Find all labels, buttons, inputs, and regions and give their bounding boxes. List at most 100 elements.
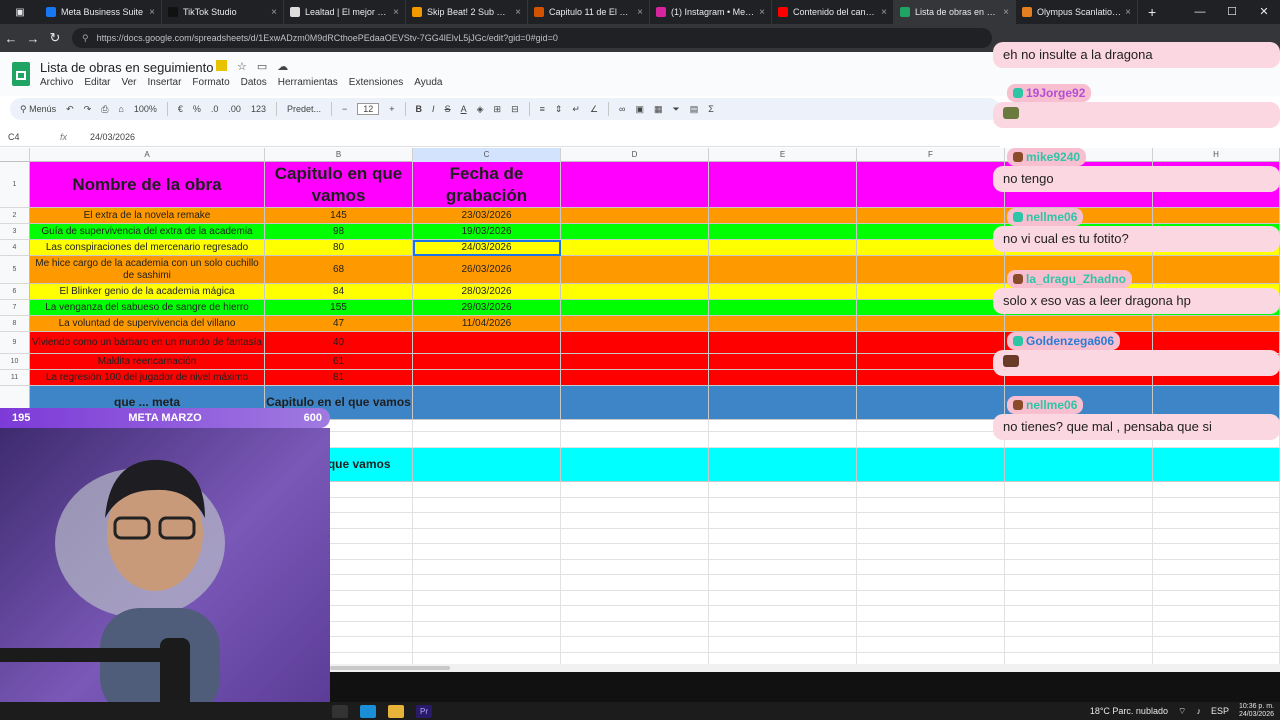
column-header[interactable]: E	[709, 148, 857, 162]
row-header[interactable]: 5	[0, 256, 30, 284]
wifi-icon[interactable]: ⌔	[1178, 706, 1186, 717]
grid-cell[interactable]	[709, 224, 857, 240]
grid-cell[interactable]	[857, 354, 1005, 370]
grid-cell[interactable]	[413, 420, 561, 432]
browser-tab[interactable]: Meta Business Suite ×	[40, 0, 162, 24]
grid-cell[interactable]	[709, 621, 857, 637]
cloud-status-icon[interactable]: ☁	[277, 60, 288, 73]
close-tab-icon[interactable]: ×	[1003, 7, 1009, 18]
grid-cell[interactable]: Las conspiraciones del mercenario regres…	[30, 240, 265, 256]
sheets-logo-icon[interactable]	[12, 62, 30, 86]
close-tab-icon[interactable]: ×	[1125, 7, 1131, 18]
grid-cell[interactable]	[857, 162, 1005, 208]
grid-cell[interactable]	[561, 448, 709, 482]
grid-cell[interactable]	[709, 432, 857, 448]
close-tab-icon[interactable]: ×	[515, 7, 521, 18]
grid-cell[interactable]	[413, 448, 561, 482]
grid-cell[interactable]	[857, 528, 1005, 544]
grid-cell[interactable]	[709, 652, 857, 664]
horizontal-scrollbar[interactable]	[330, 664, 1280, 672]
browser-tab[interactable]: Contenido del canal - Y ×	[772, 0, 894, 24]
close-tab-icon[interactable]: ×	[271, 7, 277, 18]
grid-cell[interactable]: 29/03/2026	[413, 300, 561, 316]
grid-cell[interactable]: El Blinker genio de la academia mágica	[30, 284, 265, 300]
close-tab-icon[interactable]: ×	[881, 7, 887, 18]
grid-cell[interactable]	[1153, 590, 1280, 606]
grid-cell[interactable]: 11/04/2026	[413, 316, 561, 332]
grid-cell[interactable]: La voluntad de supervivencia del villano	[30, 316, 265, 332]
grid-cell[interactable]: 28/03/2026	[413, 284, 561, 300]
grid-cell[interactable]	[857, 300, 1005, 316]
grid-cell[interactable]	[857, 332, 1005, 354]
grid-cell[interactable]	[857, 590, 1005, 606]
paint-format-icon[interactable]: ⌂	[118, 104, 123, 114]
grid-cell[interactable]	[857, 621, 1005, 637]
grid-cell[interactable]	[857, 513, 1005, 529]
grid-cell[interactable]: 80	[265, 240, 413, 256]
grid-cell[interactable]: La venganza del sabueso de sangre de hie…	[30, 300, 265, 316]
grid-cell[interactable]: Me hice cargo de la academia con un solo…	[30, 256, 265, 284]
font-size-increase-icon[interactable]: +	[389, 104, 394, 114]
grid-cell[interactable]	[561, 240, 709, 256]
grid-cell[interactable]	[709, 513, 857, 529]
grid-cell[interactable]	[1005, 559, 1153, 575]
tab-group-icon[interactable]: ▣	[0, 7, 40, 18]
grid-cell[interactable]	[561, 162, 709, 208]
grid-cell[interactable]	[1005, 637, 1153, 653]
grid-cell[interactable]	[1005, 544, 1153, 560]
undo-icon[interactable]: ↶	[66, 104, 74, 115]
close-tab-icon[interactable]: ×	[149, 7, 155, 18]
font-size-decrease-icon[interactable]: −	[342, 104, 347, 114]
select-all-corner[interactable]	[0, 148, 30, 162]
row-header[interactable]: 3	[0, 224, 30, 240]
grid-cell[interactable]	[561, 575, 709, 591]
row-header[interactable]: 8	[0, 316, 30, 332]
grid-cell[interactable]	[561, 256, 709, 284]
star-icon[interactable]: ☆	[237, 60, 247, 73]
grid-cell[interactable]	[413, 606, 561, 622]
grid-cell[interactable]	[709, 386, 857, 420]
filter-views-icon[interactable]: ▤	[690, 104, 699, 115]
grid-cell[interactable]	[1153, 606, 1280, 622]
grid-cell[interactable]	[1005, 621, 1153, 637]
grid-cell[interactable]	[857, 448, 1005, 482]
grid-cell[interactable]	[561, 590, 709, 606]
grid-cell[interactable]	[857, 497, 1005, 513]
volume-icon[interactable]: ♪	[1196, 706, 1201, 716]
grid-cell[interactable]	[1153, 559, 1280, 575]
merge-cells-icon[interactable]: ⊟	[511, 104, 519, 115]
grid-cell[interactable]: Viviendo como un bárbaro en un mundo de …	[30, 332, 265, 354]
forward-icon[interactable]: →	[22, 31, 44, 46]
borders-icon[interactable]: ⊞	[494, 104, 502, 115]
weather-status[interactable]: 18°C Parc. nublado	[1090, 706, 1168, 716]
grid-cell[interactable]	[709, 256, 857, 284]
grid-cell[interactable]	[1153, 497, 1280, 513]
grid-cell[interactable]	[413, 637, 561, 653]
insert-chart-icon[interactable]: ▦	[654, 104, 663, 115]
grid-cell[interactable]	[709, 497, 857, 513]
grid-cell[interactable]	[709, 316, 857, 332]
grid-cell[interactable]	[709, 448, 857, 482]
row-header[interactable]: 11	[0, 370, 30, 386]
app-icon[interactable]	[332, 704, 348, 718]
font-size-input[interactable]: 12	[357, 103, 380, 115]
grid-cell[interactable]	[561, 528, 709, 544]
grid-cell[interactable]	[709, 482, 857, 498]
browser-tab[interactable]: Capitulo 11 de El mago ×	[528, 0, 650, 24]
grid-cell[interactable]: Nombre de la obra	[30, 162, 265, 208]
insert-comment-icon[interactable]: ▣	[635, 104, 644, 115]
number-format-button[interactable]: 123	[251, 104, 266, 114]
row-header[interactable]: 7	[0, 300, 30, 316]
grid-cell[interactable]	[709, 528, 857, 544]
grid-cell[interactable]	[561, 432, 709, 448]
name-box[interactable]: C4	[0, 132, 60, 142]
align-left-icon[interactable]: ≡	[540, 104, 545, 114]
grid-cell[interactable]	[709, 284, 857, 300]
grid-cell[interactable]	[561, 652, 709, 664]
grid-cell[interactable]	[561, 316, 709, 332]
close-tab-icon[interactable]: ×	[637, 7, 643, 18]
grid-cell[interactable]	[561, 606, 709, 622]
maximize-icon[interactable]: ☐	[1216, 0, 1248, 24]
grid-cell[interactable]: 19/03/2026	[413, 224, 561, 240]
menu-item[interactable]: Editar	[84, 77, 110, 88]
